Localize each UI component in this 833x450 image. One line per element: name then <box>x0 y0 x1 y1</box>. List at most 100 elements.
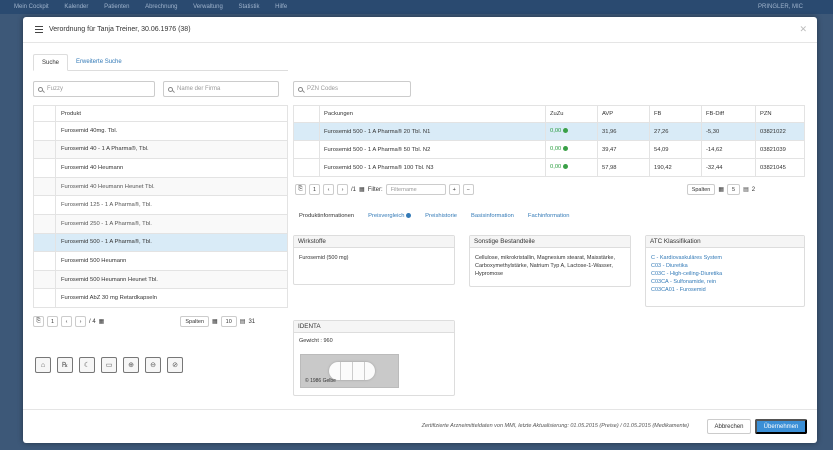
menu-patienten[interactable]: Patienten <box>104 4 129 10</box>
table-row[interactable]: Furosemid 250 - 1 A Pharma®, Tbl. <box>33 213 288 234</box>
add-filter-button[interactable]: + <box>448 184 460 195</box>
column-header-zuzu[interactable]: ZuZu <box>545 105 598 123</box>
tab-preisvergleich-label: Preisvergleich <box>368 213 405 220</box>
fb-value: 54,09 <box>649 140 702 159</box>
firm-placeholder: Name der Firma <box>177 86 221 92</box>
table-row-selected[interactable]: Furosemid 500 - 1 A Pharma®, Tbl. <box>33 232 288 253</box>
table-row[interactable]: Furosemid 40 Heumann Heunet Tbl. <box>33 176 288 197</box>
tab-suche[interactable]: Suche <box>33 54 69 71</box>
ban-icon[interactable]: ⊘ <box>167 357 183 373</box>
plus-circle-icon[interactable]: ⊕ <box>123 357 139 373</box>
table-row[interactable]: Furosemid 125 - 1 A Pharma®, Tbl. <box>33 195 288 215</box>
table-header-row: Packungen ZuZu AVP FB FB-Diff PZN <box>293 105 805 123</box>
avp-value: 39,47 <box>597 140 650 159</box>
tab-preishistorie[interactable]: Preishistorie <box>425 213 457 219</box>
product-name: Furosemid 500 - 1 A Pharma®, Tbl. <box>55 232 288 253</box>
table-row[interactable]: Furosemid AbZ 30 mg Retardkapseln <box>33 288 288 308</box>
column-header-fb-diff[interactable]: FB-Diff <box>701 105 756 123</box>
close-icon[interactable]: ✕ <box>799 24 807 35</box>
car-icon[interactable]: ▭ <box>101 357 117 373</box>
atc-link[interactable]: C03 - Diuretika <box>651 262 799 270</box>
fb-value: 27,26 <box>649 122 702 141</box>
fuzzy-search-input[interactable]: Fuzzy <box>33 81 155 97</box>
avp-value: 31,96 <box>597 122 650 141</box>
filter-select[interactable]: Filtername <box>385 184 446 195</box>
atc-link[interactable]: C03CA - Sulfonamide, rein <box>651 278 799 286</box>
columns-button[interactable]: Spalten <box>686 184 716 195</box>
per-page-select[interactable]: 10 <box>220 316 237 327</box>
column-header-pzn[interactable]: PZN <box>755 105 805 123</box>
packages-table: Packungen ZuZu AVP FB FB-Diff PZN Furose… <box>293 105 805 177</box>
image-copyright: © 1986 Gelbe <box>305 378 336 384</box>
export-icon[interactable]: ⎘ <box>33 316 44 327</box>
user-name[interactable]: PRINGLER, MIC <box>758 0 803 14</box>
columns-icon[interactable]: ▦ <box>99 318 105 325</box>
rx-icon[interactable]: ℞ <box>57 357 73 373</box>
count-icon: ▤ <box>239 319 246 325</box>
tab-erweiterte-suche[interactable]: Erweiterte Suche <box>68 54 130 70</box>
panel-title: IDENTA <box>294 321 454 333</box>
menu-hilfe[interactable]: Hilfe <box>275 4 287 10</box>
filter-label: Filter: <box>367 186 383 193</box>
firm-search-input[interactable]: Name der Firma <box>163 81 279 97</box>
atc-link[interactable]: C - Kardiovaskuläres System <box>651 254 799 262</box>
per-page-select[interactable]: 5 <box>727 184 741 195</box>
table-row[interactable]: Furosemid 40mg. Tbl. <box>33 121 288 141</box>
result-count: 31 <box>248 318 256 325</box>
tab-preisvergleich[interactable]: Preisvergleich <box>368 213 412 220</box>
zuzu-value: 0,00 <box>550 128 562 135</box>
tab-produktinformationen[interactable]: Produktinformationen <box>299 213 354 219</box>
table-row[interactable]: Furosemid 500 Heumann <box>33 251 288 271</box>
table-row[interactable]: Furosemid 500 - 1 A Pharma® 50 Tbl. N2 0… <box>293 140 805 159</box>
data-source-note: Zertifizierte Arzneimitteldaten von MMI,… <box>421 423 689 429</box>
table-row-selected[interactable]: Furosemid 500 - 1 A Pharma® 20 Tbl. N1 0… <box>293 122 805 141</box>
remove-filter-button[interactable]: − <box>462 184 474 195</box>
moon-icon[interactable]: ☾ <box>79 357 95 373</box>
package-name: Furosemid 500 - 1 A Pharma® 20 Tbl. N1 <box>319 122 546 141</box>
apply-button[interactable]: Übernehmen <box>755 419 807 434</box>
menu-verwaltung[interactable]: Verwaltung <box>193 4 223 10</box>
column-header-fb[interactable]: FB <box>649 105 702 123</box>
pzn-value: 03821022 <box>755 122 805 141</box>
tab-basisinformation[interactable]: Basisinformation <box>471 213 514 219</box>
table-row[interactable]: Furosemid 500 - 1 A Pharma® 100 Tbl. N3 … <box>293 158 805 177</box>
table-row[interactable]: Furosemid 40 Heumann <box>33 158 288 178</box>
menu-kalender[interactable]: Kalender <box>64 4 88 10</box>
result-count: 2 <box>751 186 756 193</box>
columns-icon[interactable]: ▦ <box>359 186 365 193</box>
menu-statistik[interactable]: Statistik <box>238 4 259 10</box>
column-header-avp[interactable]: AVP <box>597 105 650 123</box>
page-input[interactable]: 1 <box>309 184 320 195</box>
wirkstoffe-text: Furosemid (500 mg) <box>299 255 349 261</box>
atc-link[interactable]: C03C - High-ceiling-Diuretika <box>651 270 799 278</box>
table-row[interactable]: Furosemid 500 Heumann Heunet Tbl. <box>33 269 288 290</box>
package-name: Furosemid 500 - 1 A Pharma® 50 Tbl. N2 <box>319 140 546 159</box>
columns-button[interactable]: Spalten <box>180 316 209 327</box>
column-header-packungen[interactable]: Packungen <box>319 105 546 123</box>
menu-cockpit[interactable]: Mein Cockpit <box>14 4 49 10</box>
page-input[interactable]: 1 <box>47 316 58 327</box>
status-dot-icon <box>563 146 569 152</box>
export-icon[interactable]: ⎘ <box>295 184 306 195</box>
modal-footer: Zertifizierte Arzneimitteldaten von MMI,… <box>23 409 817 443</box>
minus-circle-icon[interactable]: ⊖ <box>145 357 161 373</box>
tab-fachinformation[interactable]: Fachinformation <box>528 213 570 219</box>
products-table: Produkt Furosemid 40mg. Tbl. Furosemid 4… <box>33 105 288 308</box>
cancel-button[interactable]: Abbrechen <box>707 419 751 434</box>
menu-abrechnung[interactable]: Abrechnung <box>145 4 177 10</box>
search-tabs: Suche Erweiterte Suche <box>33 54 288 71</box>
prev-page-button[interactable]: ‹ <box>323 184 334 195</box>
atc-panel: ATC Klassifikation C - Kardiovaskuläres … <box>645 235 805 307</box>
table-row[interactable]: Furosemid 40 - 1 A Pharma®, Tbl. <box>33 139 288 160</box>
next-page-button[interactable]: › <box>337 184 348 195</box>
pzn-search-input[interactable]: PZN Codes <box>293 81 411 97</box>
next-page-button[interactable]: › <box>75 316 86 327</box>
per-page-value: 5 <box>732 186 736 193</box>
atc-link[interactable]: C03CA01 - Furosemid <box>651 286 799 294</box>
column-header-produkt[interactable]: Produkt <box>55 105 288 122</box>
prev-page-button[interactable]: ‹ <box>61 316 72 327</box>
product-name: Furosemid 500 Heumann <box>55 251 288 271</box>
home-icon[interactable]: ⌂ <box>35 357 51 373</box>
avp-value: 57,98 <box>597 158 650 177</box>
search-icon <box>38 86 43 92</box>
